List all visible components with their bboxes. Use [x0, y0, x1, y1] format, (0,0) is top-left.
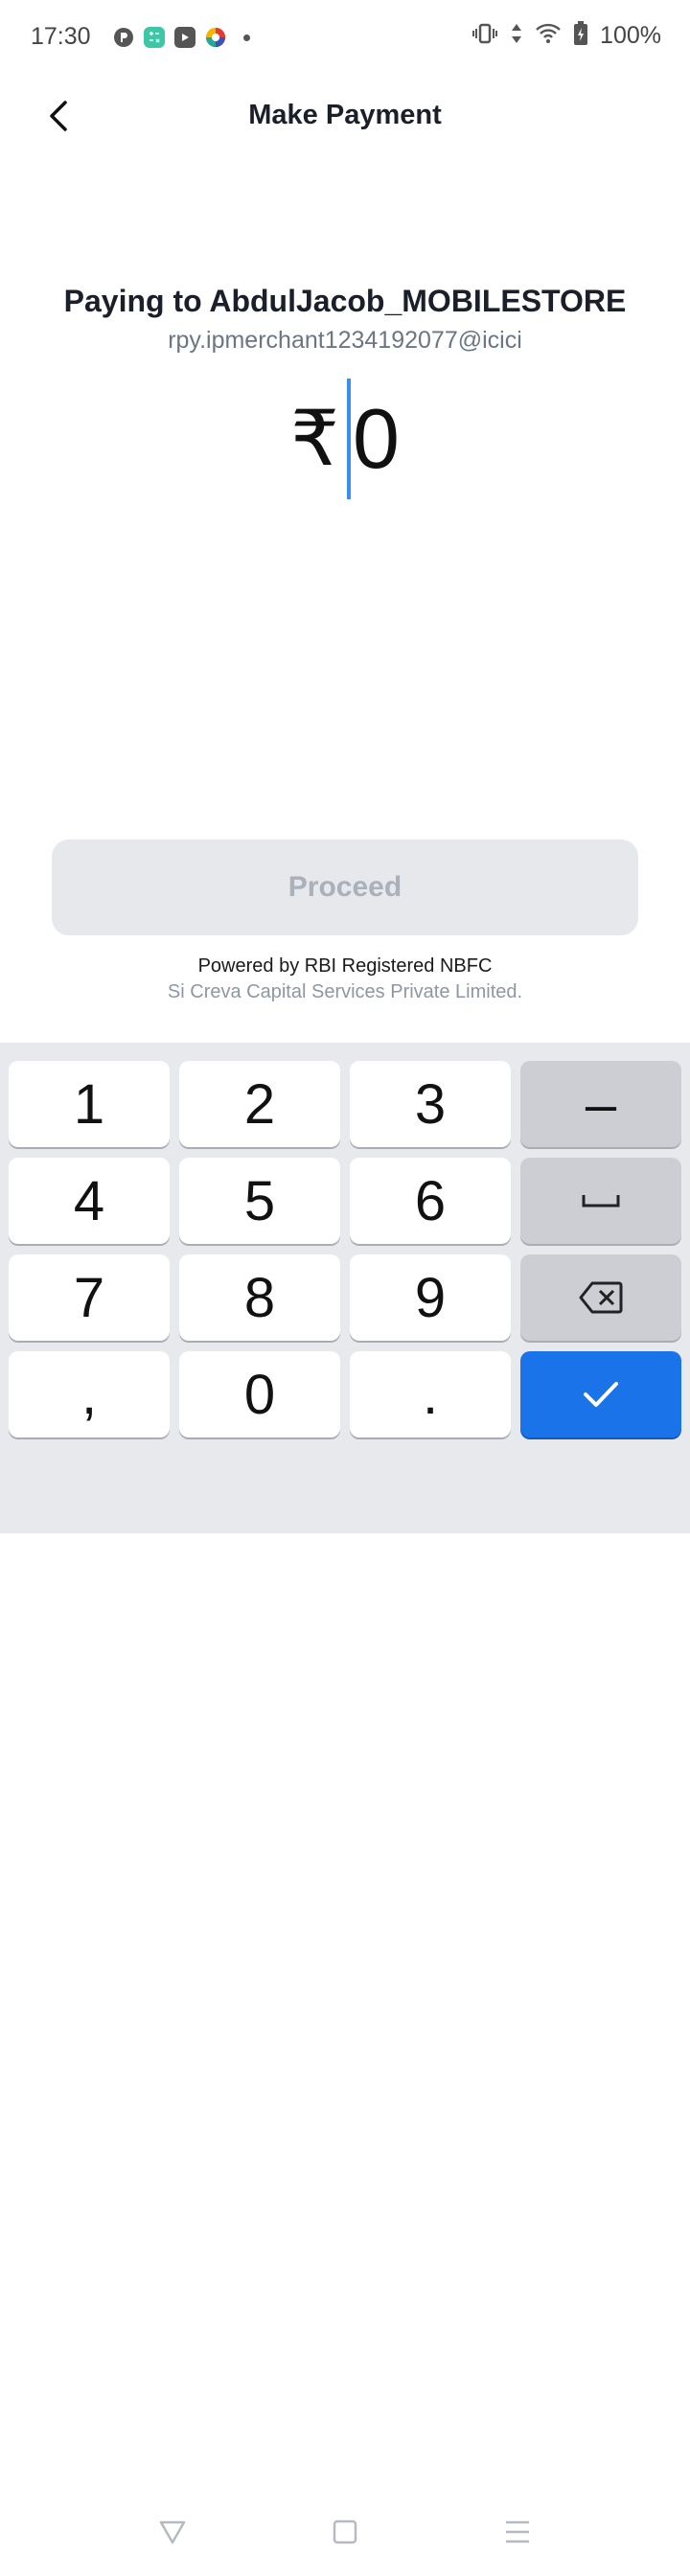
colorful-app-icon	[205, 27, 226, 48]
calculator-app-icon	[144, 27, 165, 48]
text-caret	[346, 379, 351, 499]
key-6[interactable]: 6	[350, 1158, 511, 1244]
checkmark-icon	[584, 1382, 618, 1407]
nav-menu-button[interactable]	[496, 2511, 539, 2553]
key-9[interactable]: 9	[350, 1254, 511, 1341]
nav-back-triangle-icon	[159, 2520, 186, 2544]
youtube-icon	[174, 27, 196, 48]
numeric-keyboard: 1 2 3 – 4 5 6 7 8 9 , 0 .	[0, 1043, 690, 2544]
key-0[interactable]: 0	[179, 1351, 340, 1438]
data-arrows-icon	[510, 22, 523, 50]
key-1[interactable]: 1	[9, 1061, 170, 1147]
amount-value: 0	[352, 391, 400, 486]
currency-symbol: ₹	[290, 396, 339, 481]
powered-by-text: Powered by RBI Registered NBFC	[197, 955, 493, 977]
key-space[interactable]	[520, 1158, 681, 1244]
nav-home-square-icon	[333, 2519, 357, 2544]
key-5[interactable]: 5	[179, 1158, 340, 1244]
key-period[interactable]: .	[350, 1351, 511, 1438]
vibrate-icon	[472, 22, 498, 50]
amount-input[interactable]: ₹ 0	[0, 379, 690, 499]
page-title: Make Payment	[248, 100, 442, 130]
wifi-icon	[535, 22, 562, 50]
nav-back-button[interactable]	[151, 2511, 194, 2553]
key-minus[interactable]: –	[520, 1061, 681, 1147]
proceed-button[interactable]: Proceed	[52, 840, 638, 935]
key-7[interactable]: 7	[9, 1254, 170, 1341]
key-done[interactable]	[520, 1351, 681, 1438]
key-2[interactable]: 2	[179, 1061, 340, 1147]
app-notification-icon	[113, 27, 134, 48]
backspace-icon	[579, 1281, 623, 1314]
battery-charging-icon	[573, 21, 588, 51]
key-4[interactable]: 4	[9, 1158, 170, 1244]
key-8[interactable]: 8	[179, 1254, 340, 1341]
nav-menu-icon	[506, 2520, 529, 2543]
status-bar: 17:30 100%	[0, 0, 690, 77]
key-comma[interactable]: ,	[9, 1351, 170, 1438]
payee-name: Paying to AbdulJacob_MOBILESTORE	[63, 284, 627, 318]
navigation-bar	[0, 2488, 690, 2576]
battery-percentage: 100%	[600, 22, 661, 49]
payee-upi-id: rpy.ipmerchant1234192077@icici	[168, 327, 522, 354]
key-3[interactable]: 3	[350, 1061, 511, 1147]
space-icon	[582, 1195, 620, 1208]
nbfc-name-text: Si Creva Capital Services Private Limite…	[167, 981, 523, 1002]
system-icons: 100%	[472, 21, 661, 51]
notification-icons	[113, 27, 250, 48]
status-time: 17:30	[31, 23, 91, 50]
nav-home-button[interactable]	[324, 2511, 366, 2553]
key-backspace[interactable]	[520, 1254, 681, 1341]
more-notifications-dot	[243, 34, 250, 41]
